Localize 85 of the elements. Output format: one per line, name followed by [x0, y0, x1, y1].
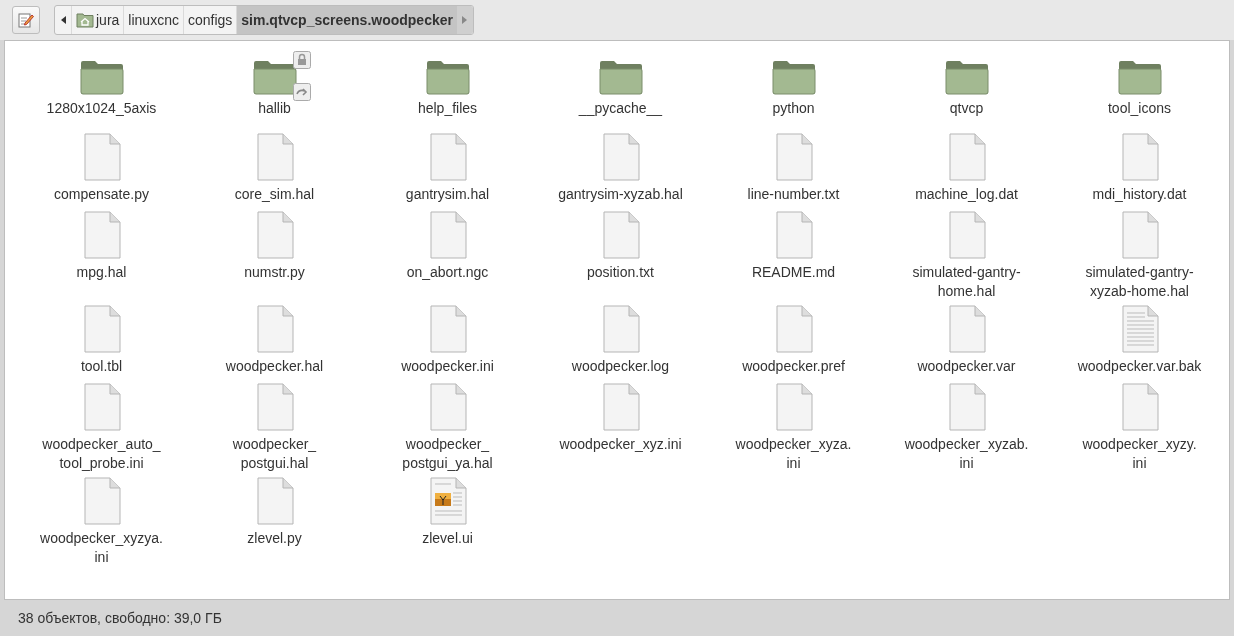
folder-icon [771, 59, 816, 95]
file-name[interactable]: 1280x1024_5axis [46, 99, 157, 118]
file-name[interactable]: tool_icons [1107, 99, 1171, 118]
file-name[interactable]: woodpecker.var [917, 357, 1016, 376]
folder-icon [1117, 59, 1162, 95]
file-name[interactable]: zlevel.py [247, 529, 302, 548]
file-icon [601, 305, 640, 353]
file-icon [255, 477, 294, 525]
file-icon [774, 133, 813, 181]
file-icon [1120, 383, 1159, 431]
file-icon [428, 305, 467, 353]
file-icon [82, 211, 121, 259]
folder-icon [598, 59, 643, 95]
file-icon [428, 383, 467, 431]
folder-icon [425, 59, 470, 95]
path-segment[interactable]: sim.qtvcp_screens.woodpecker [236, 6, 457, 34]
file-name[interactable]: help_files [417, 99, 478, 118]
file-name[interactable]: hallib [258, 99, 291, 118]
path-segment[interactable]: linuxcnc [123, 6, 183, 34]
file-icon [82, 477, 121, 525]
file-icon [428, 133, 467, 181]
file-name[interactable]: mpg.hal [76, 263, 127, 282]
file-name[interactable]: qtvcp [949, 99, 984, 118]
file-icon [1120, 133, 1159, 181]
file-name[interactable]: woodpecker_xyzya. ini [40, 529, 163, 567]
folder-icon [944, 59, 989, 95]
file-name[interactable]: mdi_history.dat [1092, 185, 1187, 204]
file-name[interactable]: woodpecker_xyzab. ini [904, 435, 1029, 473]
image-document-icon [428, 477, 467, 525]
right-arrow-icon [462, 16, 468, 24]
folder-icon [79, 59, 124, 95]
file-icon [774, 305, 813, 353]
text-file-icon [1120, 305, 1159, 353]
path-segment[interactable]: jura [71, 6, 124, 34]
file-name[interactable]: woodpecker_ postgui_ya.hal [402, 435, 493, 473]
file-name[interactable]: compensate.py [54, 185, 149, 204]
file-name[interactable]: woodpecker.var.bak [1077, 357, 1202, 376]
file-icon [774, 383, 813, 431]
file-name[interactable]: core_sim.hal [234, 185, 315, 204]
file-icon [601, 211, 640, 259]
file-icon [255, 133, 294, 181]
file-icon [255, 211, 294, 259]
file-name[interactable]: simulated-gantry- home.hal [912, 263, 1021, 301]
edit-button[interactable] [12, 6, 40, 34]
file-name[interactable]: gantrysim.hal [405, 185, 490, 204]
file-name[interactable]: zlevel.ui [422, 529, 473, 548]
file-name[interactable]: tool.tbl [80, 357, 123, 376]
file-name[interactable]: machine_log.dat [915, 185, 1018, 204]
home-folder-icon [76, 12, 94, 28]
left-arrow-icon [60, 16, 66, 24]
file-icon [255, 305, 294, 353]
file-name[interactable]: woodpecker.ini [401, 357, 494, 376]
file-name[interactable]: position.txt [587, 263, 654, 282]
file-icon [255, 383, 294, 431]
file-name[interactable]: line-number.txt [747, 185, 840, 204]
file-name[interactable]: on_abort.ngc [406, 263, 489, 282]
file-name[interactable]: python [772, 99, 815, 118]
file-name[interactable]: woodpecker_ postgui.hal [232, 435, 317, 473]
file-icon [947, 211, 986, 259]
file-name[interactable]: woodpecker_auto_ tool_probe.ini [42, 435, 161, 473]
file-name[interactable]: __pycache__ [578, 99, 663, 118]
file-name[interactable]: woodpecker_xyz.ini [559, 435, 682, 454]
file-icon [82, 383, 121, 431]
file-icon [601, 383, 640, 431]
file-icon [82, 305, 121, 353]
file-icon [82, 133, 121, 181]
file-icon [947, 383, 986, 431]
file-name[interactable]: numstr.py [244, 263, 305, 282]
notepad-pencil-icon [18, 12, 34, 28]
file-name[interactable]: woodpecker_xyza. ini [735, 435, 852, 473]
file-name[interactable]: simulated-gantry- xyzab-home.hal [1085, 263, 1194, 301]
file-name[interactable]: woodpecker.hal [225, 357, 324, 376]
file-name[interactable]: README.md [751, 263, 836, 282]
file-icon [1120, 211, 1159, 259]
file-name[interactable]: woodpecker.pref [742, 357, 845, 376]
file-name[interactable]: woodpecker_xyzy. ini [1082, 435, 1197, 473]
file-icon [428, 211, 467, 259]
file-name[interactable]: woodpecker.log [571, 357, 670, 376]
file-icon [774, 211, 813, 259]
file-icon [947, 133, 986, 181]
file-name[interactable]: gantrysim-xyzab.hal [558, 185, 683, 204]
status-text: 38 объектов, свободно: 39,0 ГБ [18, 610, 222, 626]
file-icon [601, 133, 640, 181]
file-icon [947, 305, 986, 353]
folder-icon [252, 59, 297, 95]
